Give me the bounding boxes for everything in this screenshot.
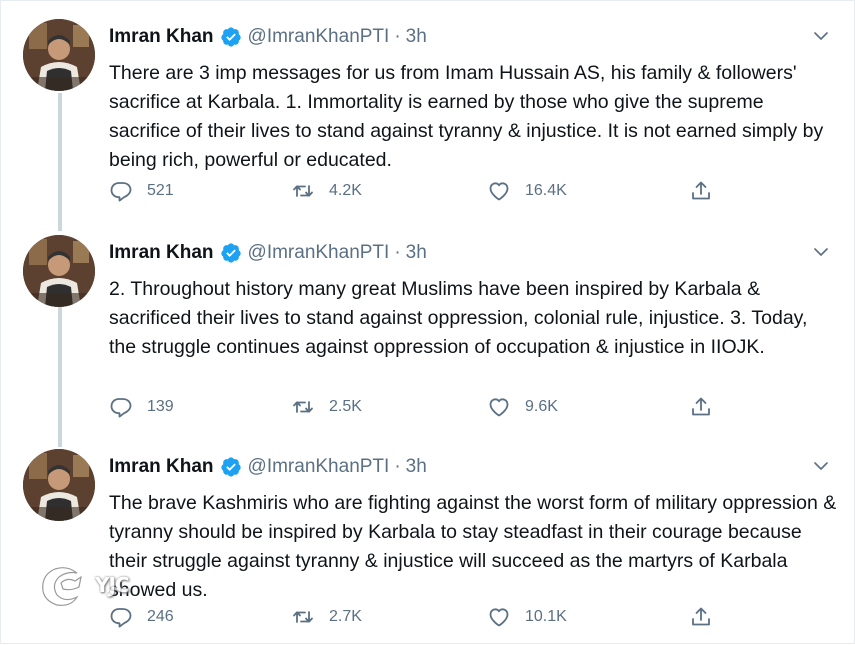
tweet-actions: 246 2.7K 10.1K	[109, 605, 749, 635]
tweet-actions: 521 4.2K 16.4K	[109, 179, 749, 209]
like-count: 10.1K	[525, 608, 567, 625]
watermark-text: YJC	[95, 573, 130, 597]
avatar[interactable]	[23, 19, 95, 91]
author-name[interactable]: Imran Khan	[109, 26, 214, 48]
retweet-button[interactable]: 4.2K	[291, 179, 362, 203]
retweet-icon	[293, 401, 313, 413]
tweet[interactable]: Imran Khan @ImranKhanPTI · 3h The brave …	[1, 437, 855, 645]
separator-dot: ·	[394, 242, 401, 263]
retweet-button[interactable]: 2.5K	[291, 395, 362, 419]
watermark-logo-icon	[42, 567, 82, 606]
chevron-down-icon[interactable]	[812, 457, 830, 475]
watermark: YJC	[37, 561, 130, 609]
timestamp[interactable]: 3h	[406, 242, 427, 264]
verified-badge-icon	[220, 457, 241, 477]
tweet-text: The brave Kashmiris who are fighting aga…	[109, 492, 837, 601]
retweet-button[interactable]: 2.7K	[291, 605, 362, 629]
separator-dot: ·	[394, 26, 401, 47]
reply-icon	[110, 398, 132, 418]
share-button[interactable]	[689, 179, 727, 203]
author-handle[interactable]: @ImranKhanPTI	[248, 456, 390, 478]
retweet-count: 4.2K	[329, 182, 362, 199]
timestamp[interactable]: 3h	[406, 456, 427, 478]
heart-icon	[489, 182, 509, 201]
retweet-icon	[293, 185, 313, 197]
timestamp[interactable]: 3h	[406, 26, 427, 48]
heart-icon	[489, 608, 509, 627]
tweet-actions: 139 2.5K 9.6K	[109, 395, 749, 425]
tweet-text: 2. Throughout history many great Muslims…	[109, 278, 808, 358]
author-name[interactable]: Imran Khan	[109, 456, 214, 478]
share-icon	[692, 397, 710, 416]
reply-button[interactable]: 139	[109, 395, 174, 419]
tweet[interactable]: Imran Khan @ImranKhanPTI · 3h 2. Through…	[1, 223, 855, 437]
reply-button[interactable]: 521	[109, 179, 174, 203]
reply-icon	[110, 182, 132, 202]
share-button[interactable]	[689, 605, 727, 629]
like-button[interactable]: 10.1K	[487, 605, 567, 629]
like-button[interactable]: 9.6K	[487, 395, 558, 419]
verified-badge-icon	[220, 243, 241, 263]
avatar[interactable]	[23, 235, 95, 307]
retweet-count: 2.7K	[329, 608, 362, 625]
chevron-down-icon[interactable]	[812, 27, 830, 45]
like-count: 16.4K	[525, 182, 567, 199]
like-count: 9.6K	[525, 398, 558, 415]
tweet-thread: Imran Khan @ImranKhanPTI · 3h There are …	[1, 1, 855, 645]
author-handle[interactable]: @ImranKhanPTI	[248, 242, 390, 264]
like-button[interactable]: 16.4K	[487, 179, 567, 203]
author-name[interactable]: Imran Khan	[109, 242, 214, 264]
tweet-text: There are 3 imp messages for us from Ima…	[109, 62, 824, 171]
author-handle[interactable]: @ImranKhanPTI	[248, 26, 390, 48]
retweet-icon	[293, 611, 313, 623]
share-button[interactable]	[689, 395, 727, 419]
avatar[interactable]	[23, 449, 95, 521]
reply-count: 246	[147, 608, 174, 625]
retweet-count: 2.5K	[329, 398, 362, 415]
reply-count: 139	[147, 398, 174, 415]
verified-badge-icon	[220, 27, 241, 47]
heart-icon	[489, 398, 509, 417]
tweet[interactable]: Imran Khan @ImranKhanPTI · 3h There are …	[1, 7, 855, 221]
share-icon	[692, 181, 710, 200]
reply-count: 521	[147, 182, 174, 199]
separator-dot: ·	[394, 456, 401, 477]
chevron-down-icon[interactable]	[812, 243, 830, 261]
share-icon	[692, 607, 710, 626]
